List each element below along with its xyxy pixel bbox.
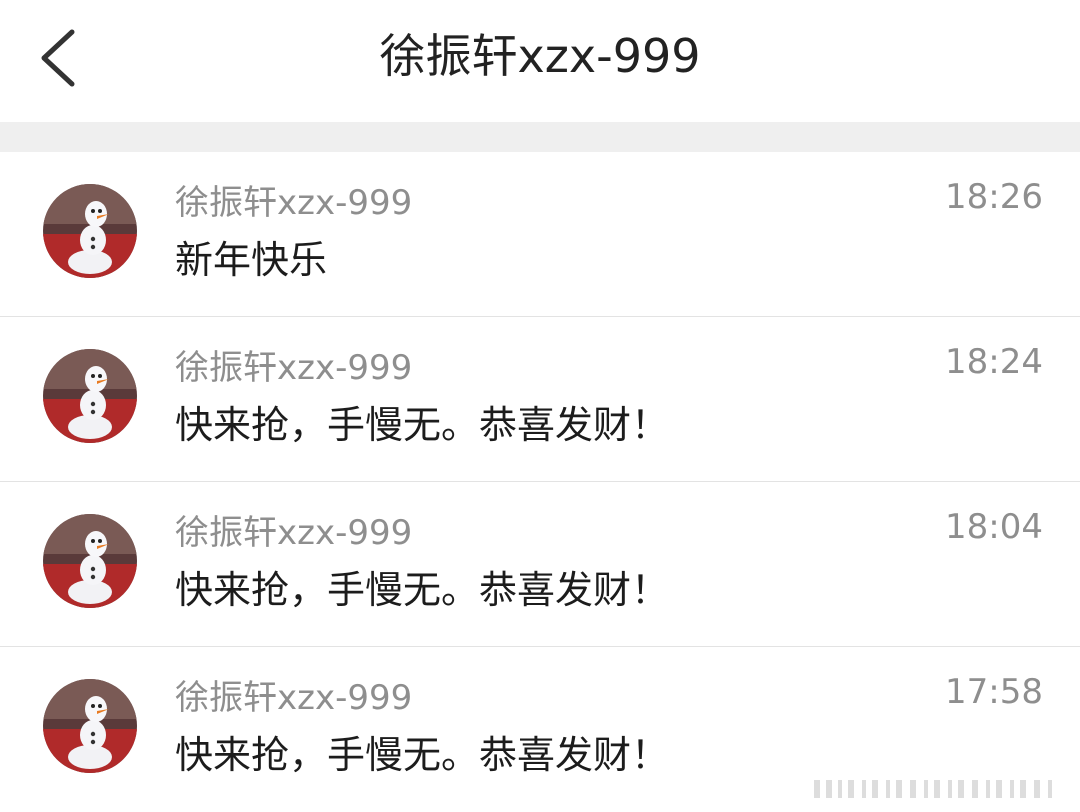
message-time: 17:58 [945, 672, 1043, 712]
snowman-avatar-image [43, 679, 137, 773]
message-list: 徐振轩xzx-999 新年快乐 18:26 徐振轩xzx-999 快来抢，手慢无… [0, 152, 1080, 812]
sender-name: 徐振轩xzx-999 [175, 513, 413, 553]
avatar[interactable] [43, 514, 137, 608]
snowman-avatar-image [43, 184, 137, 278]
avatar[interactable] [43, 679, 137, 773]
avatar[interactable] [43, 349, 137, 443]
section-separator [0, 122, 1080, 152]
sender-name: 徐振轩xzx-999 [175, 678, 413, 718]
message-text: 快来抢，手慢无。恭喜发财！ [175, 733, 670, 777]
snowman-avatar-image [43, 349, 137, 443]
message-text: 快来抢，手慢无。恭喜发财！ [175, 403, 670, 447]
message-time: 18:26 [945, 177, 1043, 217]
snowman-avatar-image [43, 514, 137, 608]
avatar[interactable] [43, 184, 137, 278]
message-time: 18:24 [945, 342, 1043, 382]
message-row[interactable]: 徐振轩xzx-999 快来抢，手慢无。恭喜发财！ 18:24 [0, 317, 1080, 482]
message-time: 18:04 [945, 507, 1043, 547]
message-text: 新年快乐 [175, 238, 328, 282]
sender-name: 徐振轩xzx-999 [175, 183, 413, 223]
message-row[interactable]: 徐振轩xzx-999 快来抢，手慢无。恭喜发财！ 18:04 [0, 482, 1080, 647]
top-bar: 徐振轩xzx-999 [0, 0, 1080, 122]
page-title: 徐振轩xzx-999 [379, 29, 701, 83]
message-row[interactable]: 徐振轩xzx-999 新年快乐 18:26 [0, 152, 1080, 317]
watermark-image [814, 780, 1052, 798]
message-text: 快来抢，手慢无。恭喜发财！ [175, 568, 670, 612]
sender-name: 徐振轩xzx-999 [175, 348, 413, 388]
